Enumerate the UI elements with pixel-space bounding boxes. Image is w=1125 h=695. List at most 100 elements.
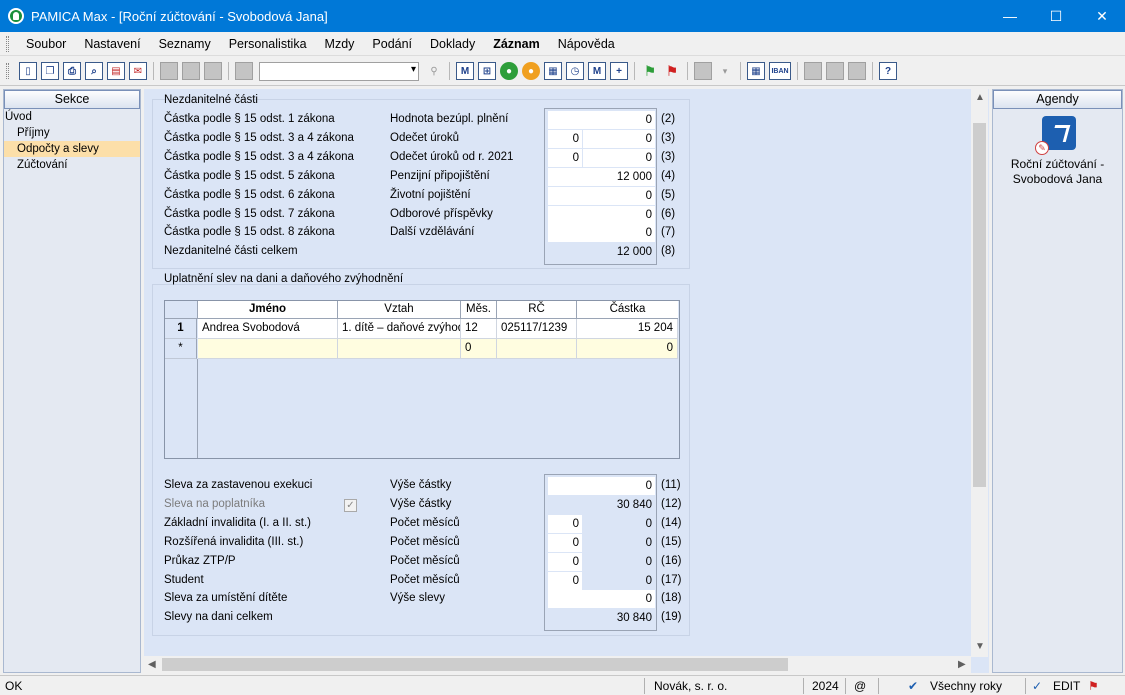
scroll-left-icon[interactable]: ◀ [148, 659, 156, 670]
import-icon[interactable]: ▯ [19, 62, 37, 80]
status-separator [644, 678, 645, 694]
menu-podani[interactable]: Podání [363, 37, 421, 51]
nez-input-value[interactable]: 0 [548, 187, 655, 205]
menu-personalistika[interactable]: Personalistika [220, 37, 316, 51]
new-record-icon[interactable] [160, 62, 178, 80]
new-cell-jmeno[interactable] [198, 339, 338, 359]
new-row-marker[interactable]: * [165, 339, 197, 359]
slevy-input-value[interactable]: 0 [548, 477, 655, 495]
scroll-down-icon[interactable]: ▼ [975, 641, 985, 652]
m-box-icon[interactable]: M [588, 62, 606, 80]
menu-mzdy[interactable]: Mzdy [316, 37, 364, 51]
sidebar-item-zuctovani[interactable]: Zúčtování [4, 157, 140, 173]
menu-seznamy[interactable]: Seznamy [150, 37, 220, 51]
person-orange-icon[interactable]: ● [522, 62, 540, 80]
status-at[interactable]: @ [854, 676, 866, 695]
print-icon[interactable]: ⎙ [63, 62, 81, 80]
agenda-item-label[interactable]: Roční zúčtování - Svobodová Jana [993, 157, 1122, 187]
slevy-input-a[interactable]: 0 [548, 572, 582, 590]
cell-vztah[interactable]: 1. dítě – daňové zvýhodnění [338, 319, 461, 339]
red-flag-icon: ⚑ [1088, 679, 1099, 693]
slevy-input-value[interactable]: 0 [548, 590, 655, 608]
col-header-mes[interactable]: Měs. [461, 301, 497, 319]
sidebar-item-uvod[interactable]: Úvod [4, 109, 140, 125]
help-icon[interactable]: ? [879, 62, 897, 80]
calendar-icon[interactable]: ▦ [544, 62, 562, 80]
person-green-icon[interactable]: ● [500, 62, 518, 80]
add-icon[interactable]: + [610, 62, 628, 80]
cell-mes[interactable]: 12 [461, 319, 497, 339]
nez-input-a[interactable]: 0 [548, 149, 582, 167]
pdf-icon[interactable]: ▤ [107, 62, 125, 80]
menu-doklady[interactable]: Doklady [421, 37, 484, 51]
slevy-input-a[interactable]: 0 [548, 553, 582, 571]
slevy-grid[interactable]: Jméno Vztah Měs. RČ Částka 1 Andrea Svob… [164, 300, 680, 459]
layout2-icon[interactable] [826, 62, 844, 80]
nez-input-value[interactable]: 0 [548, 111, 655, 129]
filter-icon[interactable]: ⚲ [425, 62, 443, 80]
nez-input-value[interactable]: 0 [583, 149, 655, 167]
col-header-castka[interactable]: Částka [577, 301, 678, 319]
menu-soubor[interactable]: Soubor [17, 37, 75, 51]
calculator-icon[interactable]: ▦ [747, 62, 765, 80]
toolbar-separator [153, 62, 154, 80]
status-years-filter[interactable]: Všechny roky [930, 676, 1002, 695]
menubar-grip-icon[interactable] [6, 35, 9, 52]
layout3-icon[interactable] [848, 62, 866, 80]
new-cell-castka[interactable]: 0 [577, 339, 678, 359]
flag-red-icon[interactable]: ⚑ [663, 62, 681, 80]
vertical-scroll-thumb[interactable] [973, 123, 986, 487]
close-button[interactable]: ✕ [1079, 0, 1125, 32]
cell-rc[interactable]: 025117/1239 [497, 319, 577, 339]
iban-icon[interactable]: IBAN [769, 62, 791, 80]
col-header-jmeno[interactable]: Jméno [198, 301, 338, 319]
preview-icon[interactable]: ⌕ [85, 62, 103, 80]
col-header-vztah[interactable]: Vztah [338, 301, 461, 319]
minimize-button[interactable]: — [987, 0, 1033, 32]
menu-zaznam[interactable]: Záznam [484, 37, 549, 51]
new-cell-vztah[interactable] [338, 339, 461, 359]
m-icon[interactable]: M [456, 62, 474, 80]
layout1-icon[interactable] [804, 62, 822, 80]
nez-input-value[interactable]: 12 000 [548, 168, 655, 186]
delete-icon[interactable] [204, 62, 222, 80]
scroll-right-icon[interactable]: ▶ [958, 659, 966, 670]
vertical-scrollbar[interactable]: ▲ ▼ [971, 89, 988, 657]
clock-icon[interactable]: ◷ [566, 62, 584, 80]
maximize-button[interactable]: ☐ [1033, 0, 1079, 32]
menu-nastaveni[interactable]: Nastavení [75, 37, 149, 51]
slevy-input-a[interactable]: 0 [548, 534, 582, 552]
nez-right-label: Odečet úroků od r. 2021 [390, 151, 514, 163]
sleva-poplatnik-checkbox[interactable]: ✓ [344, 499, 357, 512]
folder-dropdown-icon[interactable]: ▾ [716, 62, 734, 80]
status-year[interactable]: 2024 [812, 676, 839, 695]
nez-input-a[interactable]: 0 [548, 130, 582, 148]
copy-icon[interactable]: ❐ [41, 62, 59, 80]
cell-castka[interactable]: 15 204 [577, 319, 678, 339]
slevy-right-label: Počet měsíců [390, 517, 460, 529]
slevy-input-a[interactable]: 0 [548, 515, 582, 533]
col-header-rc[interactable]: RČ [497, 301, 577, 319]
nez-input-value[interactable]: 0 [548, 206, 655, 224]
flag-green-icon[interactable]: ⚑ [641, 62, 659, 80]
toolbar-grip-icon[interactable] [6, 63, 9, 79]
folder-icon[interactable] [694, 62, 712, 80]
sidebar-item-prijmy[interactable]: Příjmy [4, 125, 140, 141]
horizontal-scroll-thumb[interactable] [162, 658, 788, 671]
sidebar-item-odpocty-a-slevy[interactable]: Odpočty a slevy [4, 141, 140, 157]
pdf-email-icon[interactable]: ✉ [129, 62, 147, 80]
save-icon[interactable] [182, 62, 200, 80]
title-bar: PAMICA Max - [Roční zúčtování - Svobodov… [0, 0, 1125, 32]
menu-napoveda[interactable]: Nápověda [549, 37, 624, 51]
nez-input-value[interactable]: 0 [583, 130, 655, 148]
scroll-up-icon[interactable]: ▲ [975, 92, 985, 103]
cell-jmeno[interactable]: Andrea Svobodová [198, 319, 338, 339]
nez-input-value[interactable]: 0 [548, 224, 655, 242]
new-cell-mes[interactable]: 0 [461, 339, 497, 359]
toolbar-combo[interactable] [259, 61, 419, 81]
new-cell-rc[interactable] [497, 339, 577, 359]
calc-icon[interactable]: ⊞ [478, 62, 496, 80]
row-number[interactable]: 1 [165, 319, 197, 339]
horizontal-scrollbar[interactable]: ◀ ▶ [144, 656, 971, 673]
copy-record-icon[interactable] [235, 62, 253, 80]
